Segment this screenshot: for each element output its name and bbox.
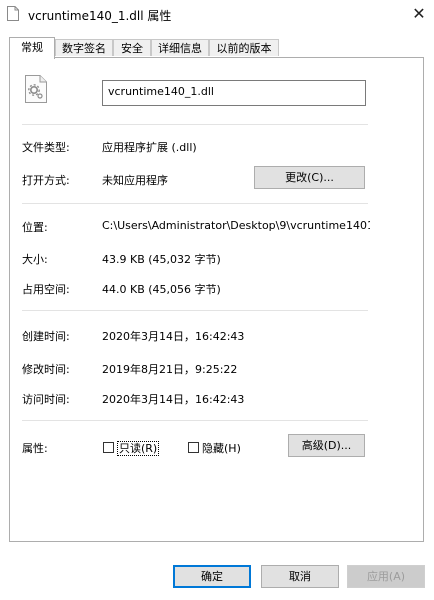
window-title: vcruntime140_1.dll 属性 xyxy=(28,9,172,23)
size-label: 大小: xyxy=(22,253,48,266)
ok-button[interactable]: 确定 xyxy=(173,565,251,588)
divider xyxy=(22,310,368,311)
file-type-label: 文件类型: xyxy=(22,141,70,154)
close-icon[interactable]: ✕ xyxy=(404,0,434,30)
change-button[interactable]: 更改(C)... xyxy=(254,166,365,189)
size-value: 43.9 KB (45,032 字节) xyxy=(102,253,221,266)
tab-security[interactable]: 安全 xyxy=(113,39,151,56)
attributes-label: 属性: xyxy=(22,442,48,455)
readonly-label-text: 只读(R) xyxy=(117,441,160,456)
tab-digital-signatures[interactable]: 数字签名 xyxy=(55,39,113,56)
size-on-disk-label: 占用空间: xyxy=(22,283,70,296)
hidden-checkbox-label[interactable]: 隐藏(H) xyxy=(202,440,241,456)
modified-label: 修改时间: xyxy=(22,363,70,376)
tab-previous-versions[interactable]: 以前的版本 xyxy=(209,39,279,56)
created-label: 创建时间: xyxy=(22,330,70,343)
location-label: 位置: xyxy=(22,221,48,234)
tab-general[interactable]: 常规 xyxy=(9,37,55,59)
accessed-value: 2020年3月14日，16:42:43 xyxy=(102,393,245,406)
hidden-checkbox[interactable] xyxy=(188,442,199,453)
location-value: C:\Users\Administrator\Desktop\9\vcrunti… xyxy=(102,219,370,232)
divider xyxy=(22,420,368,421)
readonly-checkbox-label[interactable]: 只读(R) xyxy=(117,440,160,456)
divider xyxy=(22,124,368,125)
apply-button[interactable]: 应用(A) xyxy=(347,565,425,588)
title-bar[interactable]: vcruntime140_1.dll 属性 ✕ xyxy=(0,0,434,30)
cancel-button[interactable]: 取消 xyxy=(261,565,339,588)
general-panel xyxy=(9,57,424,542)
accessed-label: 访问时间: xyxy=(22,393,70,406)
file-icon xyxy=(7,6,19,21)
modified-value: 2019年8月21日，9:25:22 xyxy=(102,363,238,376)
opens-with-value: 未知应用程序 xyxy=(102,174,168,187)
dll-file-gear-icon xyxy=(25,75,47,103)
file-type-value: 应用程序扩展 (.dll) xyxy=(102,141,197,154)
tab-details[interactable]: 详细信息 xyxy=(151,39,209,56)
divider xyxy=(22,203,368,204)
size-on-disk-value: 44.0 KB (45,056 字节) xyxy=(102,283,221,296)
created-value: 2020年3月14日，16:42:43 xyxy=(102,330,245,343)
filename-field[interactable]: vcruntime140_1.dll xyxy=(102,80,366,106)
advanced-button[interactable]: 高级(D)... xyxy=(288,434,365,457)
readonly-checkbox[interactable] xyxy=(103,442,114,453)
opens-with-label: 打开方式: xyxy=(22,174,70,187)
